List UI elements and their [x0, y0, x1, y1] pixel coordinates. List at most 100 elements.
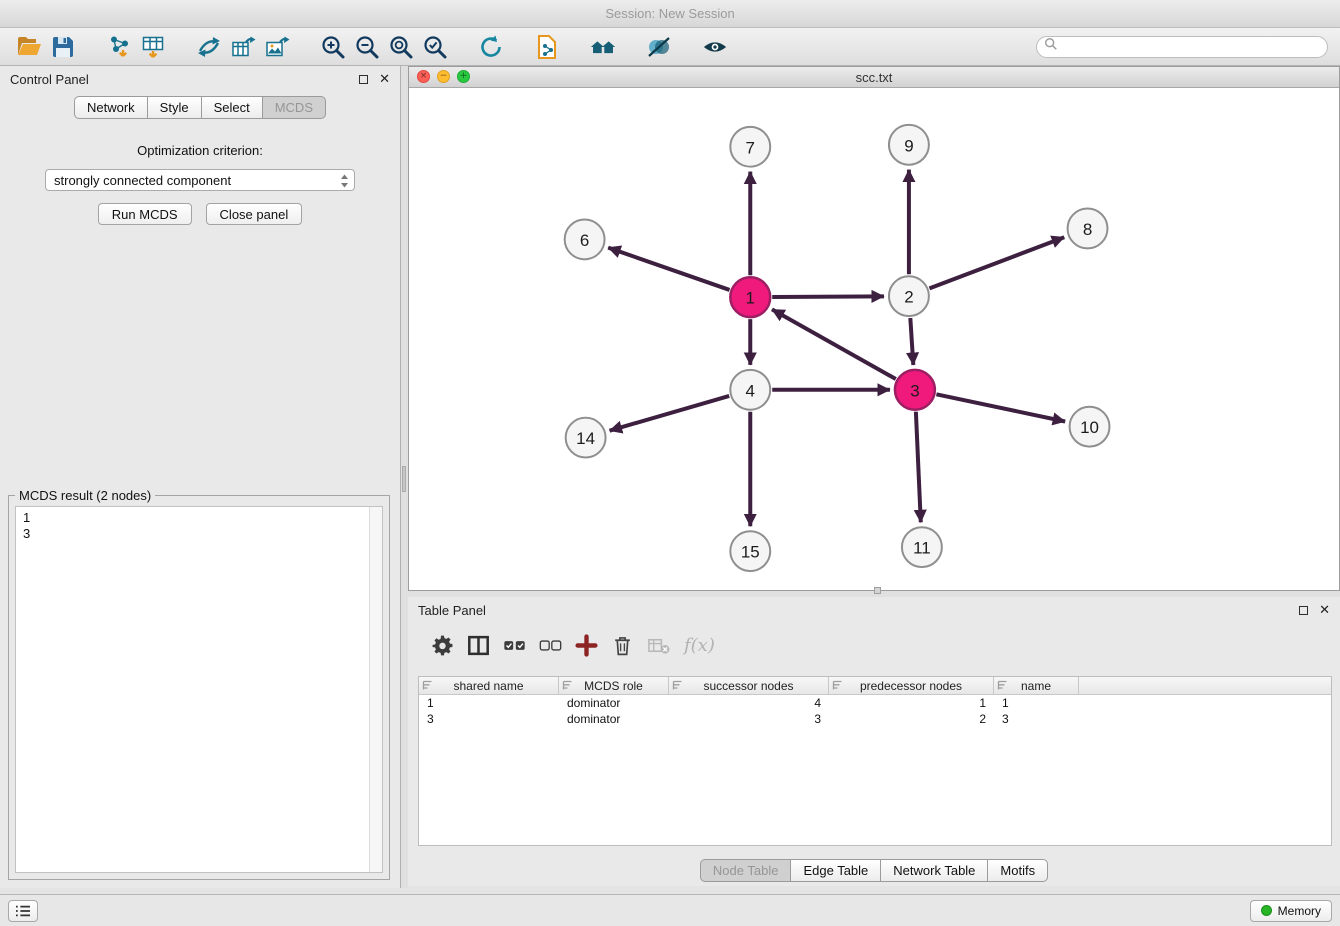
node-4[interactable]: 4 — [730, 370, 770, 410]
table-cell[interactable]: 3 — [669, 712, 829, 726]
edge-1-6[interactable] — [608, 248, 729, 290]
table-cell[interactable]: 1 — [994, 696, 1079, 710]
node-table-header: shared nameMCDS rolesuccessor nodesprede… — [419, 677, 1331, 695]
maximize-window-icon[interactable]: + — [457, 70, 470, 83]
node-7[interactable]: 7 — [730, 127, 770, 167]
criterion-dropdown[interactable]: strongly connected component — [45, 169, 355, 191]
deselect-all-icon[interactable] — [532, 629, 568, 661]
window-title: Session: New Session — [605, 6, 734, 21]
import-table-icon[interactable] — [136, 31, 170, 63]
export-network-icon[interactable] — [192, 31, 226, 63]
table-cell[interactable]: dominator — [559, 712, 669, 726]
node-1[interactable]: 1 — [730, 277, 770, 317]
minimize-window-icon[interactable]: − — [437, 70, 450, 83]
import-network-icon[interactable] — [102, 31, 136, 63]
table-row[interactable]: 1dominator411 — [419, 695, 1331, 711]
column-header-predecessor-nodes[interactable]: predecessor nodes — [829, 677, 994, 694]
zoom-in-icon[interactable] — [316, 31, 350, 63]
column-header-name[interactable]: name — [994, 677, 1079, 694]
style-icon[interactable] — [642, 31, 676, 63]
tab-network[interactable]: Network — [74, 96, 148, 119]
table-cell[interactable]: 4 — [669, 696, 829, 710]
zoom-out-icon[interactable] — [350, 31, 384, 63]
node-2[interactable]: 2 — [889, 276, 929, 316]
float-table-panel-icon[interactable] — [1299, 606, 1308, 615]
node-10[interactable]: 10 — [1070, 407, 1110, 447]
select-all-icon[interactable] — [496, 629, 532, 661]
column-header-mcds-role[interactable]: MCDS role — [559, 677, 669, 694]
node-11[interactable]: 11 — [902, 527, 942, 567]
close-panel-icon[interactable]: ✕ — [379, 73, 390, 86]
node-table-body: 1dominator4113dominator323 — [419, 695, 1331, 727]
tab-select[interactable]: Select — [201, 96, 263, 119]
tab-motifs[interactable]: Motifs — [987, 859, 1048, 882]
tab-edge-table[interactable]: Edge Table — [790, 859, 881, 882]
node-8[interactable]: 8 — [1068, 209, 1108, 249]
split-view-icon[interactable] — [460, 629, 496, 661]
save-icon[interactable] — [46, 31, 80, 63]
network-window-titlebar[interactable]: × − + scc.txt — [409, 67, 1339, 88]
gear-icon[interactable] — [424, 629, 460, 661]
svg-text:6: 6 — [580, 231, 589, 250]
table-cell[interactable]: dominator — [559, 696, 669, 710]
vertical-splitter[interactable] — [401, 66, 408, 888]
network-document-icon[interactable] — [530, 31, 564, 63]
toolbar-group — [12, 31, 80, 63]
close-window-icon[interactable]: × — [417, 70, 430, 83]
memory-button[interactable]: Memory — [1250, 900, 1332, 922]
table-cell[interactable]: 1 — [829, 696, 994, 710]
canvas-resize-handle[interactable] — [874, 587, 881, 594]
close-table-panel-icon[interactable]: ✕ — [1319, 604, 1330, 617]
node-3[interactable]: 3 — [895, 370, 935, 410]
delete-table-icon[interactable] — [640, 629, 676, 661]
mcds-result-box[interactable]: 13 — [15, 506, 383, 873]
tab-mcds[interactable]: MCDS — [262, 96, 326, 119]
window-titlebar[interactable]: Session: New Session — [0, 0, 1340, 28]
run-mcds-button[interactable]: Run MCDS — [98, 203, 192, 225]
column-header-successor-nodes[interactable]: successor nodes — [669, 677, 829, 694]
refresh-icon[interactable] — [474, 31, 508, 63]
table-cell[interactable]: 3 — [419, 712, 559, 726]
sort-icon — [997, 680, 1008, 691]
eye-icon[interactable] — [698, 31, 732, 63]
network-graph-svg[interactable]: 7 9 6 8 1 2 4 3 14 10 15 11 — [409, 88, 1339, 590]
close-panel-button[interactable]: Close panel — [206, 203, 303, 225]
node-9[interactable]: 9 — [889, 125, 929, 165]
search-box[interactable] — [1036, 36, 1328, 58]
edge-1-2[interactable] — [772, 296, 884, 297]
export-table-icon[interactable] — [226, 31, 260, 63]
edge-2-8[interactable] — [929, 237, 1064, 288]
float-panel-icon[interactable] — [359, 75, 368, 84]
node-6[interactable]: 6 — [565, 219, 605, 259]
zoom-fit-icon[interactable] — [384, 31, 418, 63]
edge-3-11[interactable] — [916, 412, 921, 523]
network-canvas[interactable]: 7 9 6 8 1 2 4 3 14 10 15 11 — [409, 88, 1339, 590]
table-cell[interactable]: 1 — [419, 696, 559, 710]
control-panel-title: Control Panel — [10, 72, 89, 87]
tab-node-table[interactable]: Node Table — [700, 859, 792, 882]
edge-3-1[interactable] — [772, 309, 896, 379]
node-14[interactable]: 14 — [566, 418, 606, 458]
edge-3-10[interactable] — [936, 394, 1065, 421]
search-input[interactable] — [1058, 38, 1327, 56]
table-cell[interactable]: 3 — [994, 712, 1079, 726]
delete-icon[interactable] — [604, 629, 640, 661]
tab-network-table[interactable]: Network Table — [880, 859, 988, 882]
open-folder-icon[interactable] — [12, 31, 46, 63]
table-row[interactable]: 3dominator323 — [419, 711, 1331, 727]
column-header-shared-name[interactable]: shared name — [419, 677, 559, 694]
task-history-button[interactable] — [8, 900, 38, 922]
export-image-icon[interactable] — [260, 31, 294, 63]
edge-2-3[interactable] — [910, 318, 913, 365]
mcds-result-scrollbar[interactable] — [369, 507, 382, 872]
node-15[interactable]: 15 — [730, 531, 770, 571]
table-toolbar-icons — [424, 629, 676, 661]
tab-style[interactable]: Style — [147, 96, 202, 119]
edge-4-14[interactable] — [610, 396, 730, 431]
home-icon[interactable] — [586, 31, 620, 63]
function-builder-button[interactable]: f(x) — [684, 635, 715, 656]
add-icon[interactable] — [568, 629, 604, 661]
zoom-selected-icon[interactable] — [418, 31, 452, 63]
splitter-knob[interactable] — [402, 466, 406, 492]
table-cell[interactable]: 2 — [829, 712, 994, 726]
